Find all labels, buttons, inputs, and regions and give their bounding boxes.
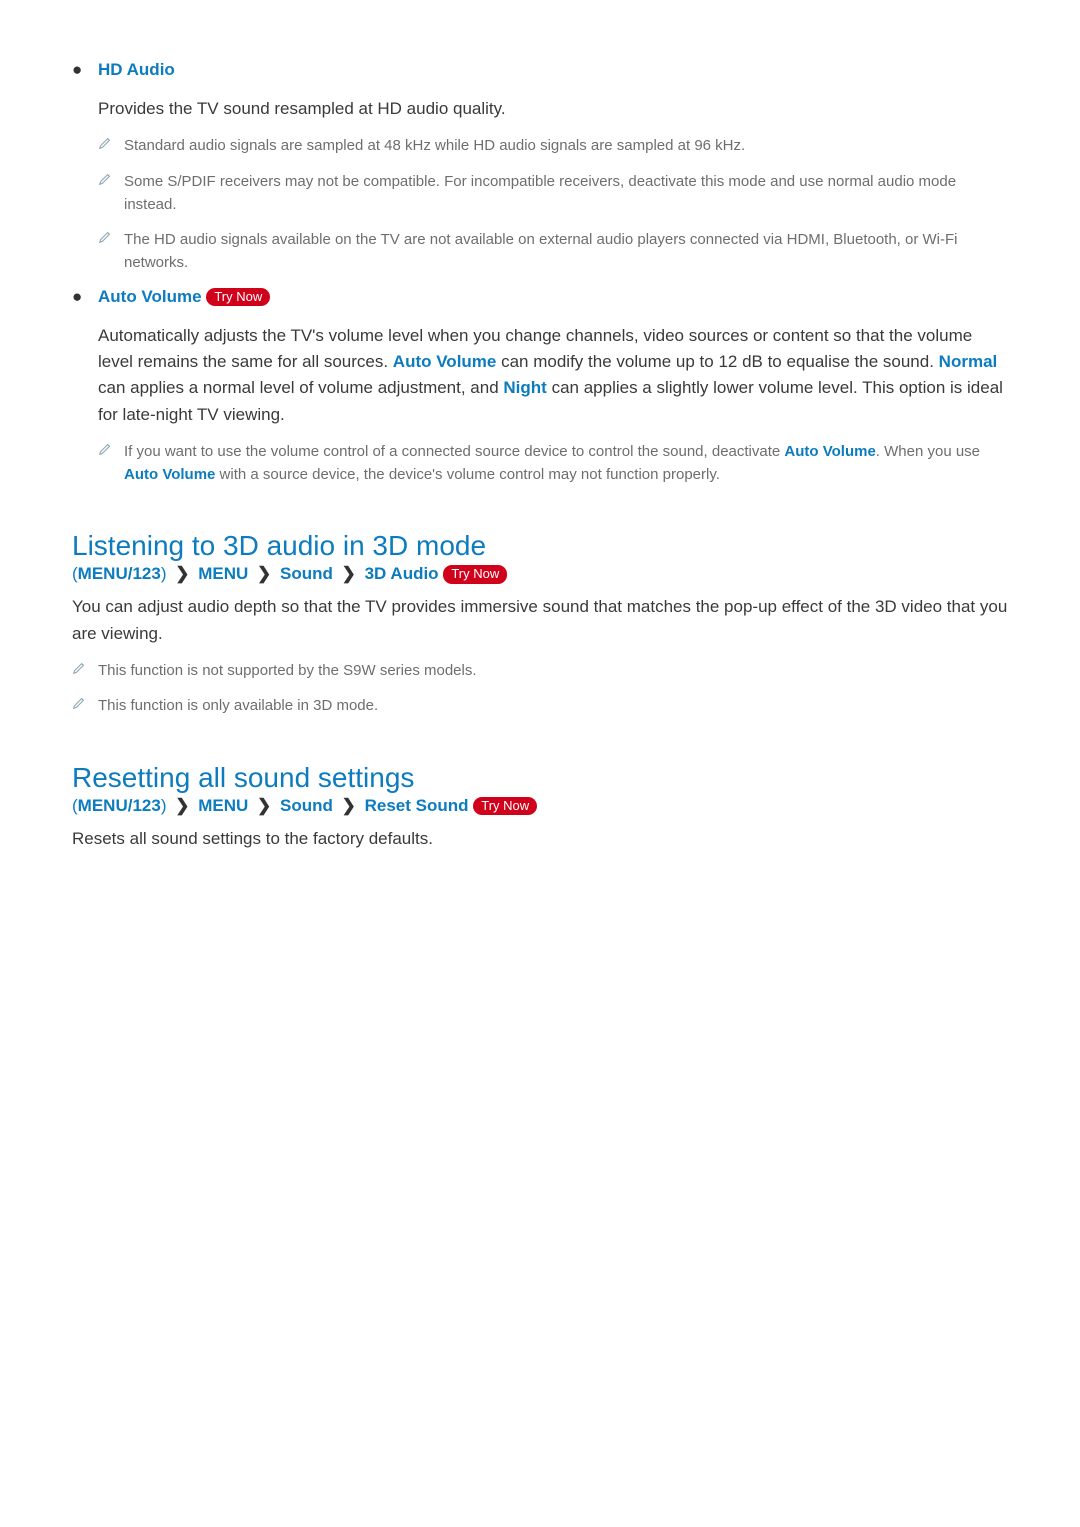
text-part: If you want to use the volume control of… xyxy=(124,443,784,460)
pencil-icon xyxy=(98,134,124,150)
breadcrumb-reset-sound: (MENU/123) ❯ MENU ❯ Sound ❯ Reset Sound … xyxy=(72,796,1008,816)
chevron-right-icon: ❯ xyxy=(253,564,275,583)
section-3d-desc: You can adjust audio depth so that the T… xyxy=(72,594,1008,647)
keyword-normal: Normal xyxy=(939,352,998,371)
auto-volume-block: Automatically adjusts the TV's volume le… xyxy=(72,323,1008,487)
pencil-icon xyxy=(98,228,124,244)
auto-volume-title: Auto Volume xyxy=(98,287,202,306)
bullet-dot-icon: ● xyxy=(72,60,98,80)
note-row: This function is not supported by the S9… xyxy=(72,659,1008,682)
breadcrumb-menu123[interactable]: MENU/123 xyxy=(78,796,161,815)
keyword-auto-volume: Auto Volume xyxy=(393,352,497,371)
hd-audio-block: Provides the TV sound resampled at HD au… xyxy=(72,96,1008,275)
chevron-right-icon: ❯ xyxy=(253,796,275,815)
paren-close: ) xyxy=(161,564,167,583)
chevron-right-icon: ❯ xyxy=(338,796,360,815)
page-root: ● HD Audio Provides the TV sound resampl… xyxy=(0,0,1080,984)
hd-audio-title: HD Audio xyxy=(98,60,1008,80)
note-text: The HD audio signals available on the TV… xyxy=(124,228,1008,275)
hd-audio-desc: Provides the TV sound resampled at HD au… xyxy=(98,96,1008,122)
try-now-badge[interactable]: Try Now xyxy=(206,288,270,307)
breadcrumb-sound[interactable]: Sound xyxy=(280,796,333,815)
breadcrumb-reset-sound[interactable]: Reset Sound xyxy=(365,796,469,815)
breadcrumb-menu[interactable]: MENU xyxy=(198,796,248,815)
text-part: . When you use xyxy=(876,443,980,460)
bullet-dot-icon: ● xyxy=(72,287,98,307)
keyword-auto-volume: Auto Volume xyxy=(124,466,215,483)
note-text: Standard audio signals are sampled at 48… xyxy=(124,134,1008,157)
try-now-badge[interactable]: Try Now xyxy=(443,565,507,584)
breadcrumb-menu123[interactable]: MENU/123 xyxy=(78,564,161,583)
bullet-content: HD Audio xyxy=(98,60,1008,90)
breadcrumb-sound[interactable]: Sound xyxy=(280,564,333,583)
note-row: The HD audio signals available on the TV… xyxy=(98,228,1008,275)
bullet-auto-volume: ● Auto Volume Try Now xyxy=(72,287,1008,317)
note-row: This function is only available in 3D mo… xyxy=(72,694,1008,717)
keyword-night: Night xyxy=(503,378,546,397)
section-title-reset-sound: Resetting all sound settings xyxy=(72,762,1008,794)
paren-close: ) xyxy=(161,796,167,815)
note-row: If you want to use the volume control of… xyxy=(98,440,1008,487)
auto-volume-title-row: Auto Volume Try Now xyxy=(98,287,1008,307)
note-text: Some S/PDIF receivers may not be compati… xyxy=(124,170,1008,217)
try-now-badge[interactable]: Try Now xyxy=(473,797,537,816)
text-part: can modify the volume up to 12 dB to equ… xyxy=(496,352,938,371)
breadcrumb-3d-audio[interactable]: 3D Audio xyxy=(365,564,439,583)
note-text: This function is only available in 3D mo… xyxy=(98,694,1008,717)
bullet-content: Auto Volume Try Now xyxy=(98,287,1008,317)
breadcrumb-3d-audio: (MENU/123) ❯ MENU ❯ Sound ❯ 3D Audio Try… xyxy=(72,564,1008,584)
chevron-right-icon: ❯ xyxy=(338,564,360,583)
pencil-icon xyxy=(98,440,124,456)
note-text: This function is not supported by the S9… xyxy=(98,659,1008,682)
chevron-right-icon: ❯ xyxy=(171,796,193,815)
pencil-icon xyxy=(98,170,124,186)
keyword-auto-volume: Auto Volume xyxy=(784,443,875,460)
breadcrumb-menu[interactable]: MENU xyxy=(198,564,248,583)
note-text: If you want to use the volume control of… xyxy=(124,440,1008,487)
section-title-3d-audio: Listening to 3D audio in 3D mode xyxy=(72,530,1008,562)
chevron-right-icon: ❯ xyxy=(171,564,193,583)
text-part: can applies a normal level of volume adj… xyxy=(98,378,503,397)
pencil-icon xyxy=(72,659,98,675)
section-reset-desc: Resets all sound settings to the factory… xyxy=(72,826,1008,852)
pencil-icon xyxy=(72,694,98,710)
bullet-hd-audio: ● HD Audio xyxy=(72,60,1008,90)
note-row: Some S/PDIF receivers may not be compati… xyxy=(98,170,1008,217)
text-part: with a source device, the device's volum… xyxy=(215,466,720,483)
note-row: Standard audio signals are sampled at 48… xyxy=(98,134,1008,157)
auto-volume-desc: Automatically adjusts the TV's volume le… xyxy=(98,323,1008,428)
